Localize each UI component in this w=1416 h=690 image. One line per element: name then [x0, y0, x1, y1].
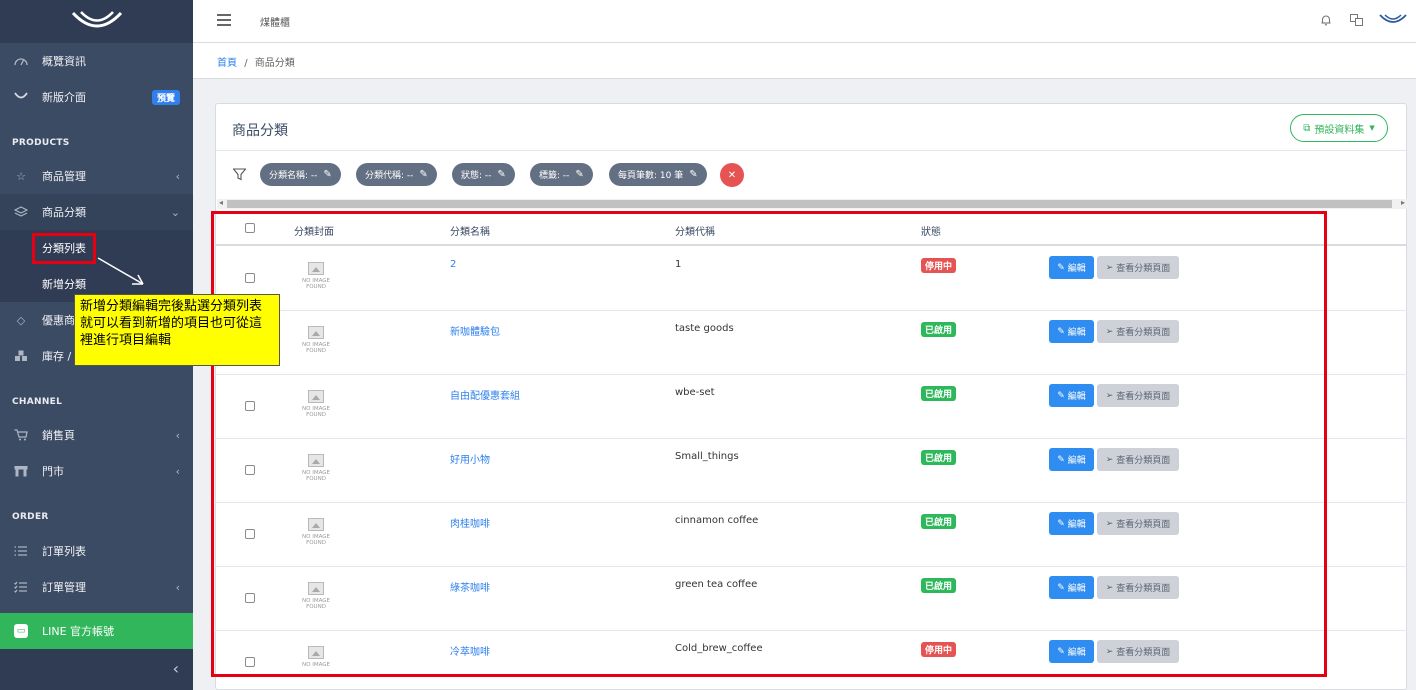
annotation-note: 新增分類編輯完後點選分類列表就可以看到新增的項目也可從這裡進行項目編輯 [74, 294, 280, 366]
